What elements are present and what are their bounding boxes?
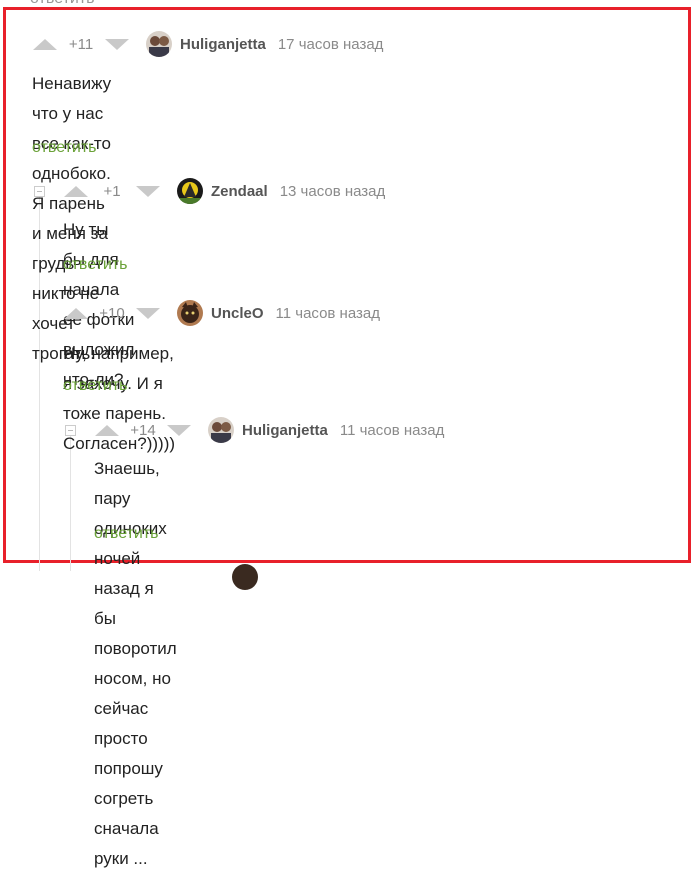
comment-rating: +10 <box>99 304 125 322</box>
downvote-icon[interactable] <box>136 307 160 319</box>
comment-header: +1 Zendaal 13 часов назад <box>64 178 385 204</box>
timestamp: 17 часов назад <box>277 35 384 53</box>
collapse-thread-button[interactable] <box>65 425 76 436</box>
timestamp: 13 часов назад <box>279 182 386 200</box>
timestamp: 11 часов назад <box>339 421 445 439</box>
reply-link[interactable]: ответить <box>32 139 97 157</box>
comment-header: +10 UncleO 11 часов назад <box>64 300 380 326</box>
comment-text-line: сейчас просто попрошу согреть сначала ру… <box>94 699 163 868</box>
username[interactable]: Huliganjetta <box>242 422 328 439</box>
reply-link[interactable]: ответить <box>63 256 128 274</box>
upvote-icon[interactable] <box>64 185 88 197</box>
timestamp: 11 часов назад <box>275 304 380 322</box>
comment-header: +14 Huliganjetta 11 часов назад <box>95 417 444 443</box>
upvote-icon[interactable] <box>64 307 88 319</box>
downvote-icon[interactable] <box>136 185 160 197</box>
username[interactable]: Huliganjetta <box>180 36 266 53</box>
comment-rating: +14 <box>130 421 156 439</box>
reply-link[interactable]: ответить <box>94 525 159 543</box>
username[interactable]: Zendaal <box>211 183 268 200</box>
avatar[interactable] <box>146 31 172 57</box>
comment-rating: +11 <box>68 35 94 53</box>
upvote-icon[interactable] <box>33 38 57 50</box>
reply-link[interactable]: ответить <box>63 377 128 395</box>
collapse-thread-button[interactable] <box>34 186 45 197</box>
username[interactable]: UncleO <box>211 305 264 322</box>
avatar[interactable] <box>177 300 203 326</box>
downvote-icon[interactable] <box>167 424 191 436</box>
upvote-icon[interactable] <box>95 424 119 436</box>
comment-rating: +1 <box>103 182 121 200</box>
downvote-icon[interactable] <box>105 38 129 50</box>
comment-header: +11 Huliganjetta 17 часов назад <box>33 31 383 57</box>
avatar <box>232 564 258 590</box>
avatar[interactable] <box>208 417 234 443</box>
comment-text-line: Знаешь, пару одиноких ночей назад я бы п… <box>94 459 177 688</box>
comment-text: Знаешь, пару одиноких ночей назад я бы п… <box>94 454 177 874</box>
avatar[interactable] <box>177 178 203 204</box>
